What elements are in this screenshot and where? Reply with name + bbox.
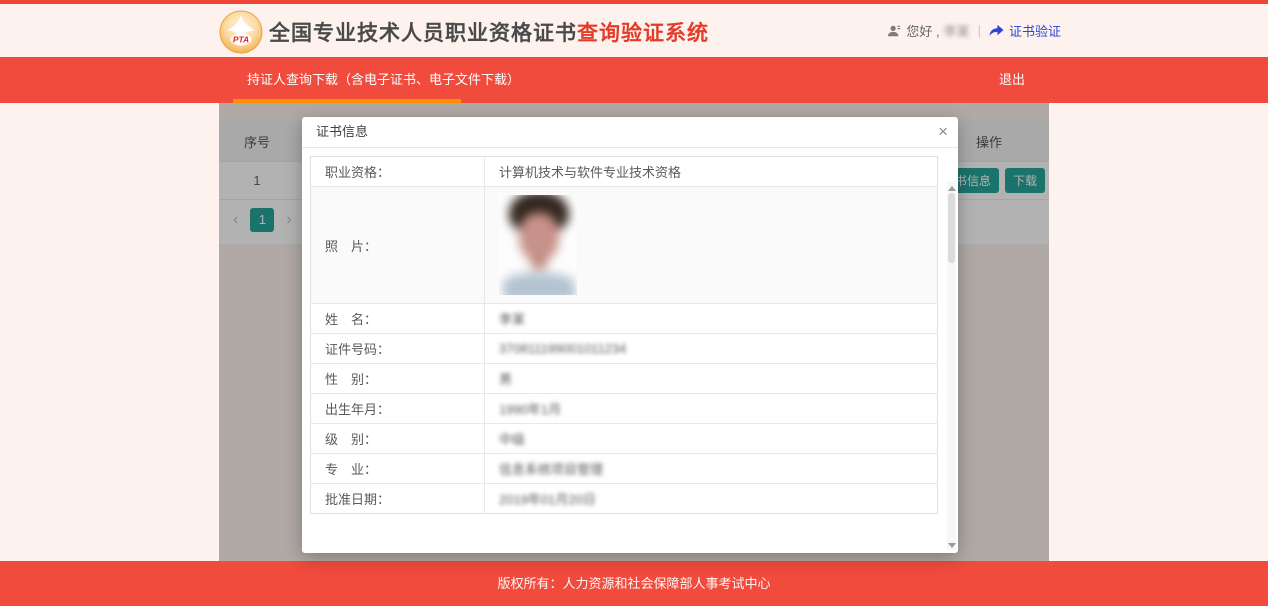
main-nav: 持证人查询下载（含电子证书、电子文件下载） 退出 — [0, 57, 1268, 103]
modal-title: 证书信息 — [316, 124, 368, 139]
detail-row-birth-date: 出生年月： 1990年1月 — [311, 393, 937, 423]
certificate-detail-table: 职业资格： 计算机技术与软件专业技术资格 照 片： — [310, 156, 938, 514]
detail-label: 级 别： — [311, 424, 485, 453]
divider: | — [978, 23, 981, 38]
detail-value: 信息系统项目管理 — [485, 454, 937, 483]
detail-label: 姓 名： — [311, 304, 485, 333]
detail-label: 照 片： — [311, 187, 485, 303]
detail-value: 计算机技术与软件专业技术资格 — [485, 157, 937, 186]
detail-value: 2019年01月20日 — [485, 484, 937, 513]
detail-value: 李某 — [485, 304, 937, 333]
pta-logo-icon: PTA — [219, 10, 263, 54]
detail-label: 性 别： — [311, 364, 485, 393]
user-name: 李某 — [944, 21, 970, 40]
user-bar: 您好 , 李某 | 证书验证 — [887, 21, 1061, 40]
share-arrow-icon — [989, 24, 1004, 37]
detail-label: 专 业： — [311, 454, 485, 483]
detail-row-qualification: 职业资格： 计算机技术与软件专业技术资格 — [311, 157, 937, 186]
detail-label: 职业资格： — [311, 157, 485, 186]
detail-row-gender: 性 别： 男 — [311, 363, 937, 393]
detail-value: 中级 — [485, 424, 937, 453]
site-footer: 版权所有：人力资源和社会保障部人事考试中心 — [0, 561, 1268, 606]
tab-holder-query-download[interactable]: 持证人查询下载（含电子证书、电子文件下载） — [247, 57, 520, 103]
detail-value: 370811199001011234 — [485, 334, 937, 363]
detail-row-major: 专 业： 信息系统项目管理 — [311, 453, 937, 483]
copyright-text: 版权所有：人力资源和社会保障部人事考试中心 — [497, 576, 770, 591]
close-icon[interactable]: × — [938, 117, 948, 147]
page-title-main: 全国专业技术人员职业资格证书 — [269, 22, 577, 45]
detail-row-photo: 照 片： — [311, 186, 937, 303]
modal-header: 证书信息 × — [302, 117, 958, 148]
content-area: 序号 操作 1 证书信息 下载 ‹ 1 › 共1条 证书信息 × — [219, 103, 1049, 561]
modal-scrollbar[interactable] — [947, 181, 956, 550]
detail-row-id-number: 证件号码： 370811199001011234 — [311, 333, 937, 363]
certificate-info-modal: 证书信息 × 职业资格： 计算机技术与软件专业技术资格 照 片： — [302, 117, 958, 553]
user-icon — [887, 24, 901, 38]
detail-row-level: 级 别： 中级 — [311, 423, 937, 453]
detail-label: 批准日期： — [311, 484, 485, 513]
scroll-up-icon[interactable] — [947, 181, 956, 191]
greeting-text: 您好 , — [906, 21, 939, 40]
detail-row-name: 姓 名： 李某 — [311, 303, 937, 333]
detail-label: 证件号码： — [311, 334, 485, 363]
detail-label: 出生年月： — [311, 394, 485, 423]
detail-value: 男 — [485, 364, 937, 393]
modal-body: 职业资格： 计算机技术与软件专业技术资格 照 片： — [302, 148, 958, 553]
page-title-suffix: 查询验证系统 — [577, 22, 709, 45]
scroll-down-icon[interactable] — [947, 540, 956, 550]
page-title: 全国专业技术人员职业资格证书查询验证系统 — [269, 17, 709, 47]
site-header: PTA 全国专业技术人员职业资格证书查询验证系统 您好 , 李某 | — [0, 4, 1268, 57]
detail-value — [485, 187, 937, 303]
certificate-verify-link[interactable]: 证书验证 — [1009, 21, 1061, 40]
logout-button[interactable]: 退出 — [975, 57, 1049, 103]
scrollbar-thumb[interactable] — [948, 193, 955, 263]
detail-value: 1990年1月 — [485, 394, 937, 423]
detail-row-approval-date: 批准日期： 2019年01月20日 — [311, 483, 937, 513]
certificate-photo — [499, 195, 577, 295]
svg-text:PTA: PTA — [233, 34, 249, 44]
